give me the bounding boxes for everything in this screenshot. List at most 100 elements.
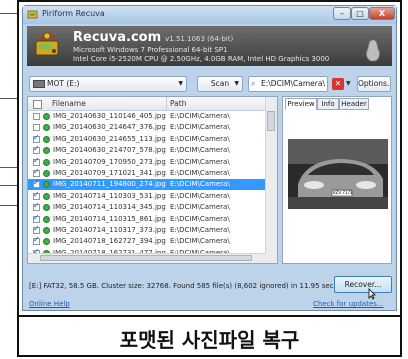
brand-title: Recuva.com v1.51.1063 (64-bit) (73, 30, 233, 45)
close-button[interactable]: X (369, 7, 395, 20)
table-row[interactable]: IMG_20140709_171021_341.jpg E:\DCIM\Camer… (28, 167, 266, 179)
row-checkbox[interactable] (33, 235, 40, 246)
app-icon (27, 10, 38, 19)
file-status-icon (43, 192, 50, 200)
tab-header[interactable]: Header (339, 98, 369, 110)
file-path: E:\DCIM\Camera\ (170, 226, 230, 234)
row-checkbox[interactable] (33, 201, 40, 212)
table-row[interactable]: IMG_20140714_110314_345.jpg E:\DCIM\Camer… (28, 201, 266, 213)
brand-name: Recuva.com (73, 30, 162, 45)
row-checkbox[interactable] (33, 113, 40, 120)
system-info-hardware: Intel Core i5-2520M CPU @ 2.50GHz, 4.0GB… (73, 55, 330, 63)
file-name: IMG_20140630_214707_578.jpg (53, 146, 166, 155)
file-path: E:\DCIM\Camera\ (170, 146, 230, 155)
table-row[interactable]: IMG_20140630_214655_113.jpg E:\DCIM\Camer… (28, 133, 266, 145)
search-icon: ⌕ (251, 79, 256, 88)
file-name: IMG_20140718_162727_394.jpg (53, 237, 166, 246)
file-path: E:\DCIM\Camera\ (170, 214, 230, 223)
file-path: E:\DCIM\Camera\ (170, 123, 230, 132)
tab-info[interactable]: Info (317, 98, 339, 110)
file-name: IMG_20140714_110317_373.jpg (53, 226, 166, 234)
file-name: IMG_20140630_214647_376.jpg (53, 123, 166, 132)
drive-select[interactable]: MOT (E:) ▼ (29, 76, 187, 92)
table-row[interactable]: IMG_20140630_214707_578.jpg E:\DCIM\Camer… (28, 144, 266, 156)
file-status-icon (43, 135, 50, 143)
drive-icon (35, 32, 59, 56)
column-filename[interactable]: Filename (52, 99, 86, 108)
table-row[interactable]: IMG_20140711_194800_274.jpg E:\DCIM\Camer… (28, 178, 266, 191)
file-name: IMG_20140709_171021_341.jpg (53, 169, 166, 177)
row-checkbox[interactable] (33, 178, 40, 189)
chevron-down-icon: ▼ (234, 80, 239, 87)
file-list: Filename Path IMG_20140630_110146_405.jp… (27, 96, 278, 264)
window-title: Piriform Recuva (42, 9, 105, 18)
scroll-thumb[interactable] (40, 255, 252, 261)
recuva-window: Piriform Recuva – □ X Recuva.com v1.51.10… (22, 5, 397, 311)
file-name: IMG_20140714_110314_345.jpg (53, 203, 166, 212)
table-row[interactable]: IMG_20140630_110146_405.jpg E:\DCIM\Camer… (28, 111, 266, 122)
table-row[interactable]: IMG_20140709_170950_273.jpg E:\DCIM\Camer… (28, 156, 266, 168)
row-checkbox[interactable] (33, 144, 40, 155)
file-status-icon (43, 170, 50, 177)
file-status-icon (43, 215, 50, 223)
car-photo-preview (288, 139, 388, 209)
file-path: E:\DCIM\Camera\ (170, 191, 230, 200)
file-path: E:\DCIM\Camera\ (170, 180, 230, 189)
system-info-os: Microsoft Windows 7 Professional 64-bit … (73, 46, 228, 54)
column-path[interactable]: Path (170, 99, 186, 108)
table-row[interactable]: IMG_20140714_110303_531.jpg E:\DCIM\Camer… (28, 190, 266, 202)
file-list-header: Filename Path (28, 97, 277, 111)
file-path: E:\DCIM\Camera\ (170, 203, 230, 212)
chevron-down-icon[interactable]: ▼ (346, 78, 351, 90)
minimize-button[interactable]: – (333, 7, 351, 20)
drive-small-icon (33, 80, 45, 88)
header-banner: Recuva.com v1.51.1063 (64-bit) Microsoft … (27, 26, 392, 66)
row-checkbox[interactable] (33, 167, 40, 177)
file-name: IMG_20140630_110146_405.jpg (53, 112, 166, 120)
slide-frame: Piriform Recuva – □ X Recuva.com v1.51.10… (17, 0, 402, 357)
path-input-value: E:\DCIM\Camera\ (261, 79, 325, 88)
vertical-scrollbar[interactable] (265, 97, 277, 263)
scroll-thumb[interactable] (267, 111, 275, 131)
file-status-icon (43, 147, 50, 155)
row-checkbox[interactable] (33, 190, 40, 200)
caption-text: 포맷된 사진파일 복구 (119, 328, 300, 352)
row-checkbox[interactable] (33, 156, 40, 166)
row-checkbox[interactable] (33, 224, 40, 234)
table-row[interactable]: IMG_20140718_162727_394.jpg E:\DCIM\Camer… (28, 235, 266, 247)
select-all-checkbox[interactable] (33, 100, 42, 109)
file-path: E:\DCIM\Camera\ (170, 157, 230, 166)
title-bar: Piriform Recuva – □ X (23, 6, 396, 24)
clear-icon[interactable]: ✕ (332, 78, 344, 90)
footer-bar: Online Help Check for updates... (23, 298, 396, 311)
recover-button[interactable]: Recover... (334, 276, 392, 293)
row-checkbox[interactable] (33, 213, 40, 223)
horizontal-scrollbar[interactable] (28, 253, 266, 263)
scan-label: Scan (210, 79, 230, 88)
version-text: v1.51.1063 (64-bit) (165, 35, 234, 43)
status-text: [E:] FAT32, 58.5 GB. Cluster size: 32768… (29, 282, 336, 290)
file-path: E:\DCIM\Camera\ (170, 169, 230, 177)
file-status-icon (43, 227, 50, 234)
file-path: E:\DCIM\Camera\ (170, 112, 230, 120)
check-updates-link[interactable]: Check for updates... (313, 300, 384, 308)
row-checkbox[interactable] (33, 124, 40, 132)
table-row[interactable]: IMG_20140630_214647_376.jpg E:\DCIM\Camer… (28, 122, 266, 133)
tab-preview[interactable]: Preview (285, 98, 317, 110)
file-name: IMG_20140714_110303_531.jpg (53, 191, 166, 200)
file-status-icon (43, 181, 50, 189)
path-input[interactable]: ⌕ E:\DCIM\Camera\ (248, 76, 328, 92)
file-path: E:\DCIM\Camera\ (170, 237, 230, 246)
plate-text: KZV 7171 (333, 190, 353, 195)
maximize-button[interactable]: □ (351, 7, 369, 20)
options-button[interactable]: Options... (357, 76, 391, 92)
file-path: E:\DCIM\Camera\ (170, 134, 230, 143)
table-row[interactable]: IMG_20140714_110317_373.jpg E:\DCIM\Camer… (28, 224, 266, 236)
column-divider[interactable] (166, 97, 167, 110)
file-name: IMG_20140711_194800_274.jpg (53, 180, 166, 189)
row-checkbox[interactable] (33, 133, 40, 143)
scan-button[interactable]: Scan ▼ (197, 76, 243, 92)
online-help-link[interactable]: Online Help (29, 300, 70, 308)
table-row[interactable]: IMG_20140714_110315_861.jpg E:\DCIM\Camer… (28, 213, 266, 225)
file-status-icon (43, 124, 50, 132)
